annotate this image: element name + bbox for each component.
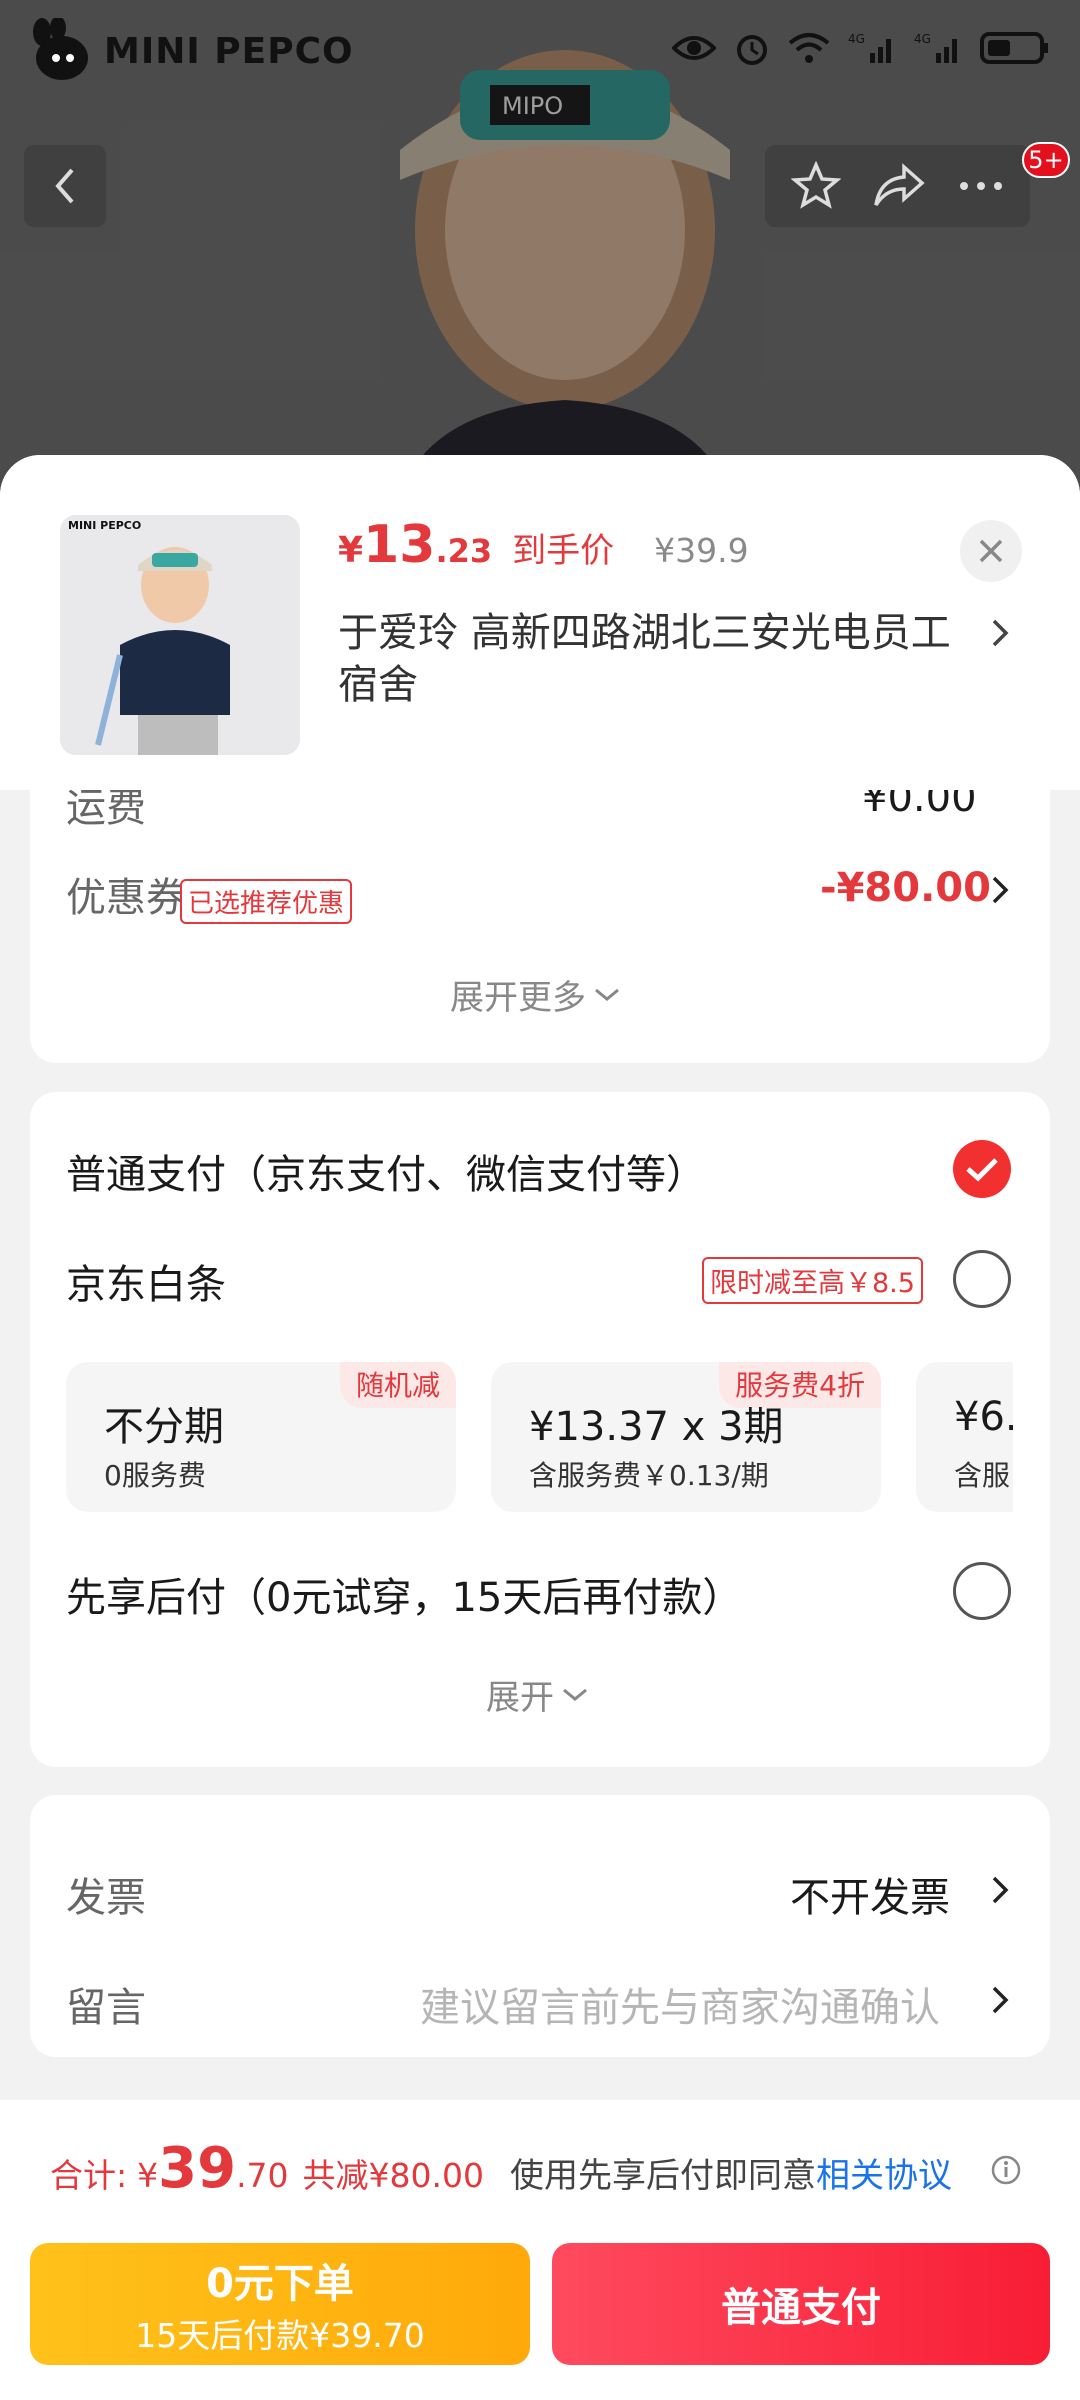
- brand-name: MINI PEPCO: [104, 30, 354, 72]
- info-icon[interactable]: [990, 2154, 1022, 2186]
- zero-order-button[interactable]: 0元下单 15天后付款¥39.70: [30, 2243, 530, 2365]
- plan-fee: 含服务费￥0.13/期: [529, 1459, 769, 1492]
- coupon-recommended-tag: 已选推荐优惠: [180, 879, 353, 924]
- baitiao-discount-tag: 限时减至高￥8.5: [702, 1257, 923, 1304]
- coupon-discount-value[interactable]: -¥80.00: [820, 865, 991, 911]
- signal-4g-icon-2: 4G: [914, 32, 957, 63]
- plan-fee: 0服务费: [104, 1459, 206, 1492]
- pay-later-label[interactable]: 先享后付（0元试穿，15天后再付款）: [66, 1565, 742, 1623]
- original-price: ¥39.9: [654, 531, 749, 570]
- installment-plan-3[interactable]: 服务费4折 ¥13.37 x 3期 含服务费￥0.13/期: [491, 1362, 881, 1512]
- total-integer: 39: [158, 2136, 237, 2201]
- chevron-right-icon[interactable]: [990, 875, 1010, 905]
- more-icon[interactable]: [958, 180, 1004, 192]
- invoice-label: 发票: [66, 1875, 146, 1921]
- status-bar: MINI PEPCO 4G 4G: [0, 0, 1080, 110]
- close-icon: [979, 539, 1003, 563]
- status-icons: 4G 4G: [672, 30, 1050, 66]
- price-currency: ¥: [338, 530, 364, 571]
- price-row: ¥ 13 .23 到手价 ¥39.9: [338, 515, 749, 575]
- normal-payment-label[interactable]: 普通支付（京东支付、微信支付等）: [66, 1142, 706, 1200]
- normal-pay-button[interactable]: 普通支付: [552, 2243, 1050, 2365]
- expand-more-label: 展开更多: [450, 978, 586, 1018]
- brand-logo: MINI PEPCO: [24, 16, 354, 86]
- plan-fee: 含服: [954, 1459, 1011, 1492]
- svg-text:MINI PEPCO: MINI PEPCO: [68, 519, 141, 532]
- order-total: 合计: ¥ 39 .70 共减¥80.00: [50, 2136, 484, 2201]
- installment-plan-none[interactable]: 随机减 不分期 0服务费: [66, 1362, 456, 1512]
- installment-plans: 随机减 不分期 0服务费 服务费4折 ¥13.37 x 3期 含服务费￥0.13…: [66, 1362, 1013, 1512]
- product-thumbnail-image: MINI PEPCO: [60, 515, 300, 755]
- check-icon: [966, 1158, 998, 1182]
- battery-icon: [980, 32, 1048, 64]
- eye-icon: [672, 36, 716, 60]
- total-label: 合计:: [50, 2156, 128, 2195]
- plan-tag: 随机减: [339, 1362, 456, 1408]
- shipping-address[interactable]: 于爱玲 高新四路湖北三安光电员工宿舍: [338, 607, 958, 711]
- normal-pay-label: 普通支付: [721, 2285, 881, 2331]
- expand-payment-button[interactable]: 展开: [486, 1670, 588, 1719]
- coupon-label: 优惠券: [66, 875, 186, 921]
- svg-text:4G: 4G: [914, 32, 931, 46]
- agreement-link[interactable]: 相关协议: [816, 2156, 952, 2196]
- normal-payment-radio[interactable]: [953, 1140, 1011, 1198]
- header-actions: [765, 145, 1030, 227]
- alarm-icon: [737, 35, 767, 65]
- close-button[interactable]: [960, 520, 1022, 582]
- action-bar: 0元下单 15天后付款¥39.70 普通支付: [0, 2230, 1080, 2400]
- message-input[interactable]: 建议留言前先与商家沟通确认: [420, 1975, 940, 2033]
- plan-title: ¥13.37 x 3期: [529, 1404, 784, 1450]
- expand-more-button[interactable]: 展开更多: [450, 970, 620, 1019]
- product-thumbnail: MINI PEPCO: [60, 515, 300, 755]
- signal-4g-icon: 4G: [848, 32, 891, 63]
- chevron-right-icon[interactable]: [990, 1985, 1010, 2015]
- price-decimal: .23: [435, 532, 493, 570]
- agreement-text: 使用先享后付即同意相关协议: [510, 2148, 952, 2197]
- sheet-header: MINI PEPCO ¥ 13 .23 到手价 ¥39.9 于爱玲 高新四路湖北…: [0, 455, 1080, 790]
- baitiao-radio[interactable]: [953, 1250, 1011, 1308]
- installment-plan-6[interactable]: ¥6. 含服: [916, 1362, 1013, 1512]
- plan-title: 不分期: [104, 1404, 224, 1450]
- expand-payment-label: 展开: [486, 1678, 554, 1718]
- wifi-icon: [788, 33, 830, 63]
- total-currency: ¥: [137, 2156, 159, 2195]
- svg-text:4G: 4G: [848, 32, 865, 46]
- plan-title: ¥6.: [954, 1394, 1013, 1440]
- message-label: 留言: [66, 1985, 146, 2031]
- pay-later-radio[interactable]: [953, 1562, 1011, 1620]
- final-price-tag: 到手价: [512, 531, 615, 571]
- message-count-badge: 5+: [1022, 142, 1070, 178]
- chevron-down-icon: [595, 988, 619, 1001]
- total-saved: 共减¥80.00: [302, 2156, 485, 2195]
- brand-bunny-icon: [33, 18, 88, 80]
- chevron-right-icon[interactable]: [990, 1875, 1010, 1905]
- zero-order-label: 0元下单: [206, 2261, 354, 2307]
- total-decimal: .70: [236, 2156, 289, 2195]
- baitiao-label[interactable]: 京东白条: [66, 1252, 226, 1310]
- total-bar: 合计: ¥ 39 .70 共减¥80.00 使用先享后付即同意相关协议: [0, 2100, 1080, 2230]
- agreement-prefix: 使用先享后付即同意: [510, 2156, 816, 2196]
- zero-order-sub: 15天后付款¥39.70: [135, 2316, 425, 2355]
- back-button[interactable]: [24, 145, 106, 227]
- chevron-down-icon: [563, 1688, 587, 1701]
- invoice-value[interactable]: 不开发票: [790, 1865, 950, 1923]
- star-favorite-icon[interactable]: [790, 161, 841, 211]
- price-integer: 13: [363, 515, 436, 575]
- chevron-right-icon[interactable]: [990, 618, 1010, 648]
- chevron-left-icon: [55, 168, 74, 204]
- share-icon[interactable]: [872, 163, 926, 209]
